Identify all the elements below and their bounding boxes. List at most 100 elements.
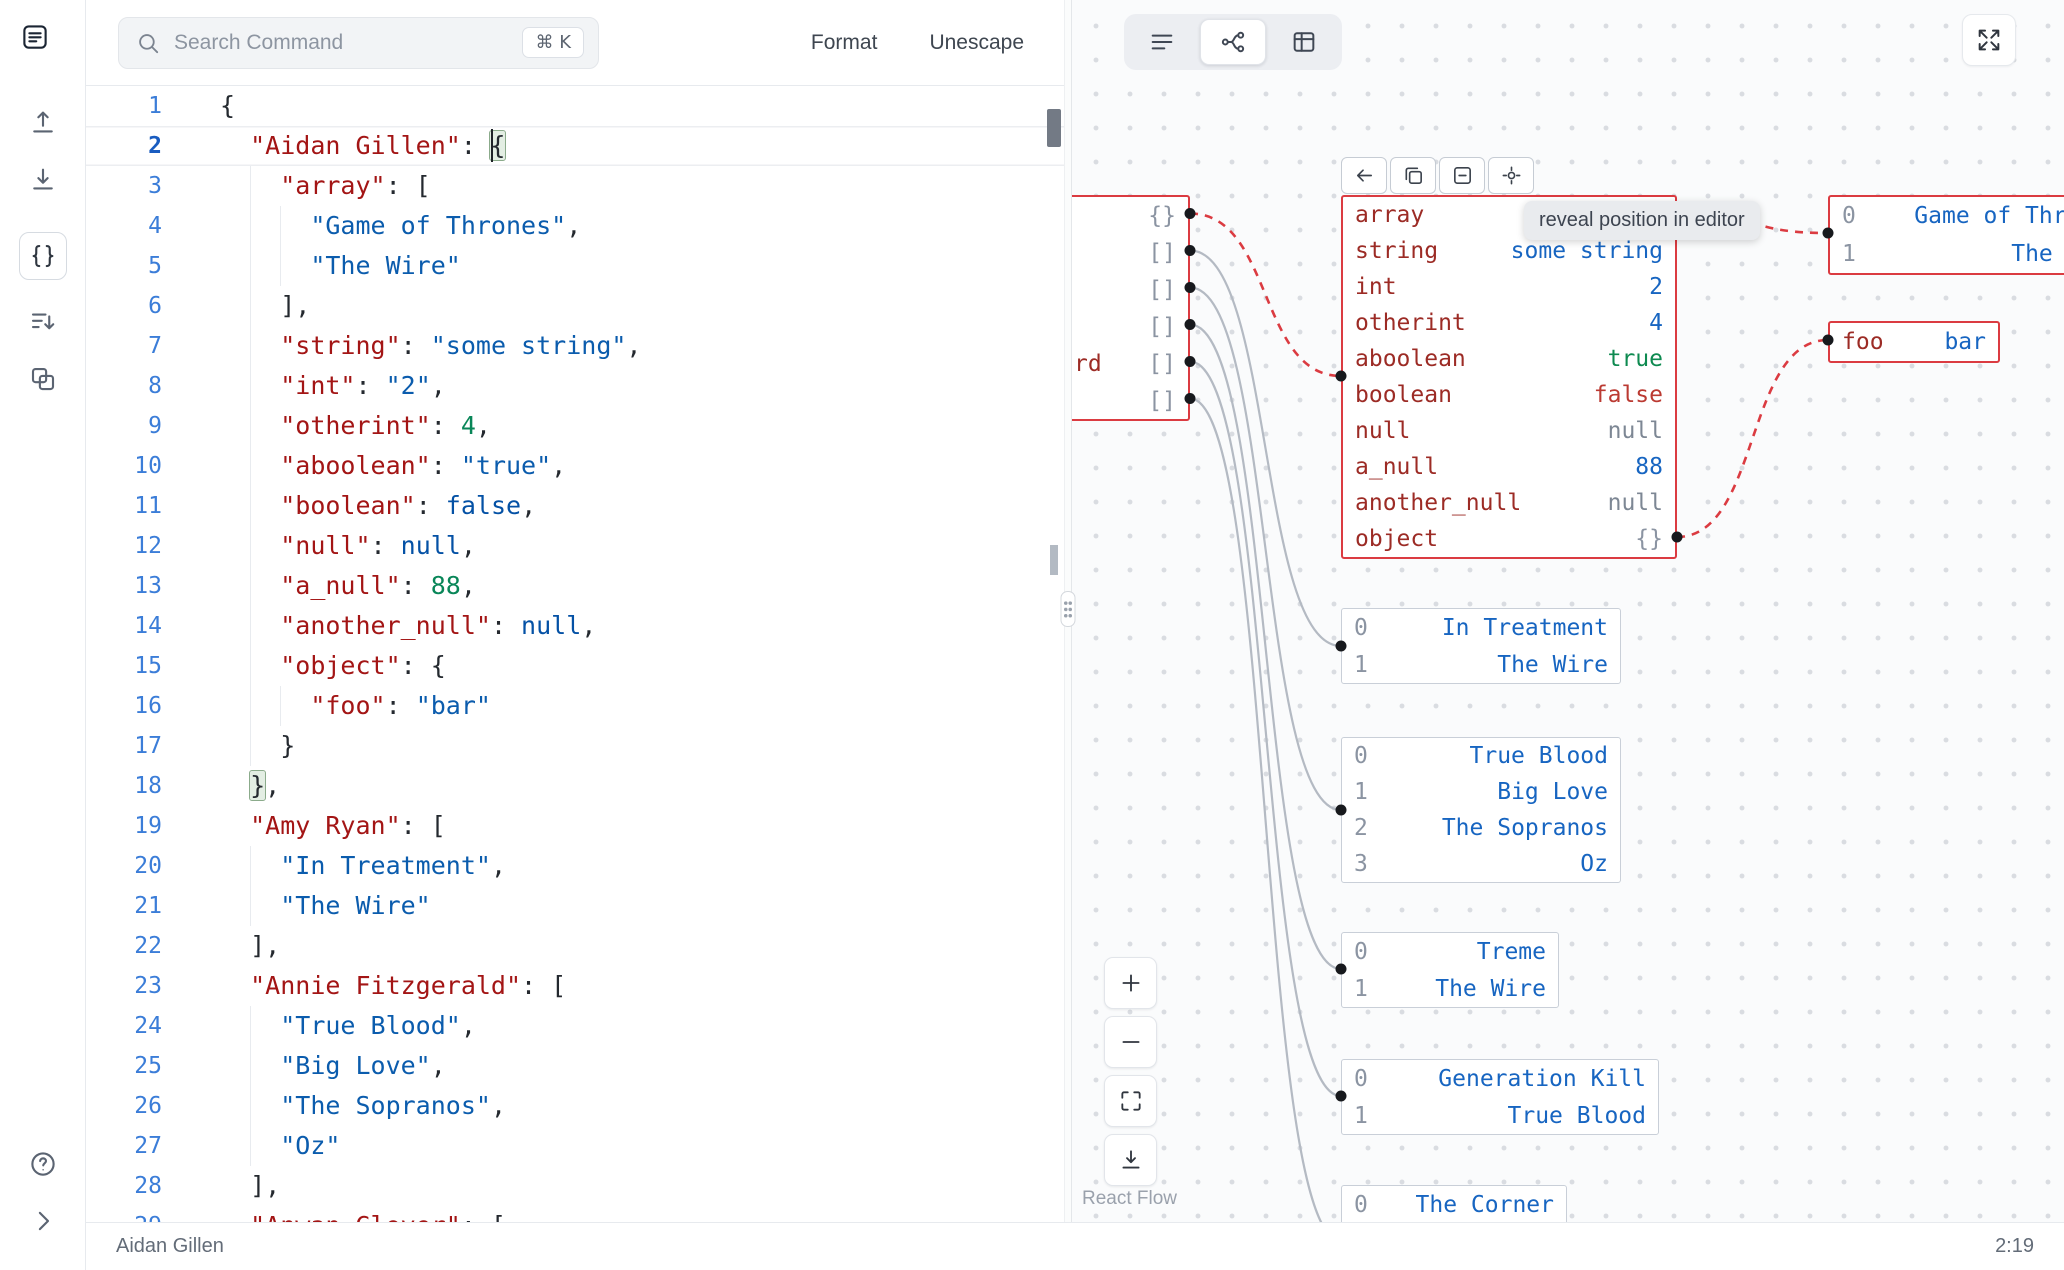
- line-number: 9: [148, 413, 162, 439]
- editor-line-25[interactable]: 25 "Big Love",: [86, 1046, 1064, 1086]
- zoom-in-button[interactable]: [1104, 957, 1157, 1009]
- editor-line-21[interactable]: 21 "The Wire": [86, 886, 1064, 926]
- arrow-left-icon: [1353, 164, 1376, 187]
- compare-icon: [28, 364, 58, 394]
- zoom-controls: [1104, 957, 1157, 1186]
- editor-line-1[interactable]: 1{: [86, 86, 1064, 126]
- editor-line-3[interactable]: 3 "array": [: [86, 166, 1064, 206]
- plus-icon: [1118, 970, 1144, 996]
- sidebar-item-compare[interactable]: [19, 355, 67, 403]
- unescape-button[interactable]: Unescape: [929, 31, 1024, 55]
- editor-line-4[interactable]: 4 "Game of Thrones",: [86, 206, 1064, 246]
- code-editor[interactable]: 1{2 "Aidan Gillen": {3 "array": [4 "Game…: [86, 86, 1064, 1222]
- graph-node-anwan-glover[interactable]: 0 Treme 1 The Wire: [1341, 932, 1559, 1008]
- fit-icon: [1118, 1088, 1144, 1114]
- editor-line-18[interactable]: 18 },: [86, 766, 1064, 806]
- node-back-button[interactable]: [1341, 157, 1387, 194]
- editor-line-24[interactable]: 24 "True Blood",: [86, 1006, 1064, 1046]
- graph-node-annie-fitzgerald[interactable]: 0 True Blood 1 Big Love 2 The Sopranos 3 Oz: [1341, 737, 1621, 883]
- graph-node-root-object[interactable]: {} [] [] [] rd[] []: [1072, 195, 1190, 421]
- search-command-input[interactable]: Search Command ⌘ K: [118, 16, 599, 69]
- line-number: 7: [148, 333, 162, 359]
- editor-line-26[interactable]: 26 "The Sopranos",: [86, 1086, 1064, 1126]
- line-number: 14: [134, 613, 162, 639]
- editor-line-28[interactable]: 28 ],: [86, 1166, 1064, 1206]
- line-number: 22: [134, 933, 162, 959]
- editor-line-20[interactable]: 20 "In Treatment",: [86, 846, 1064, 886]
- editor-line-17[interactable]: 17 }: [86, 726, 1064, 766]
- resize-grip-icon[interactable]: [1060, 591, 1076, 627]
- panel-resize-handle[interactable]: [1060, 0, 1076, 1222]
- editor-line-29[interactable]: 29 "Anwan Glover": [: [86, 1206, 1064, 1222]
- fit-view-button[interactable]: [1104, 1075, 1157, 1127]
- line-number: 4: [148, 213, 162, 239]
- flow-icon: [1219, 28, 1247, 56]
- node-row: 1The Wire: [1354, 975, 1546, 1002]
- graph-node-alexander-skarsgard[interactable]: 0 Generation Kill 1 True Blood: [1341, 1059, 1659, 1135]
- line-number: 5: [148, 253, 162, 279]
- editor-line-8[interactable]: 8 "int": "2",: [86, 366, 1064, 406]
- editor-line-13[interactable]: 13 "a_null": 88,: [86, 566, 1064, 606]
- fullscreen-button[interactable]: [1962, 14, 2016, 66]
- editor-line-15[interactable]: 15 "object": {: [86, 646, 1064, 686]
- graph-node-aidan-gillen[interactable]: array[]stringsome stringint2otherint4abo…: [1341, 195, 1677, 559]
- node-row: rd[]: [1074, 350, 1176, 377]
- editor-line-16[interactable]: 16 "foo": "bar": [86, 686, 1064, 726]
- crosshair-icon: [1500, 164, 1523, 187]
- app-window: Search Command ⌘ K Format Unescape 1{2 "…: [0, 0, 2064, 1270]
- line-number: 18: [134, 773, 162, 799]
- editor-line-9[interactable]: 9 "otherint": 4,: [86, 406, 1064, 446]
- editor-line-27[interactable]: 27 "Oz": [86, 1126, 1064, 1166]
- view-mode-text-button[interactable]: [1129, 19, 1195, 65]
- scrollbar-thumb[interactable]: [1047, 109, 1061, 147]
- editor-line-22[interactable]: 22 ],: [86, 926, 1064, 966]
- view-mode-table-button[interactable]: [1271, 19, 1337, 65]
- text-cursor: [490, 128, 493, 162]
- line-number: 11: [134, 493, 162, 519]
- editor-line-12[interactable]: 12 "null": null,: [86, 526, 1064, 566]
- editor-panel: Search Command ⌘ K Format Unescape 1{2 "…: [86, 0, 1064, 1222]
- zoom-out-button[interactable]: [1104, 1016, 1157, 1068]
- sidebar-item-sort[interactable]: [19, 298, 67, 346]
- sidebar-item-collapse-sidebar[interactable]: [19, 1197, 67, 1245]
- format-button[interactable]: Format: [811, 31, 878, 55]
- node-row: []: [1148, 239, 1176, 266]
- node-row: object{}: [1355, 526, 1663, 552]
- graph-node-object-foo[interactable]: foo bar: [1828, 321, 2000, 363]
- node-focus-button[interactable]: [1488, 157, 1534, 194]
- node-row: a_null 88: [1355, 454, 1663, 480]
- sidebar-top: [18, 22, 67, 412]
- line-number: 26: [134, 1093, 162, 1119]
- graph-node-amy-ryan[interactable]: 0 In Treatment 1 The Wire: [1341, 608, 1621, 684]
- editor-line-5[interactable]: 5 "The Wire": [86, 246, 1064, 286]
- sidebar-logo: [20, 22, 66, 68]
- sidebar-item-download[interactable]: [19, 155, 67, 203]
- editor-line-14[interactable]: 14 "another_null": null,: [86, 606, 1064, 646]
- editor-line-19[interactable]: 19 "Amy Ryan": [: [86, 806, 1064, 846]
- editor-scrollbar[interactable]: [1044, 86, 1064, 1222]
- line-number: 29: [86, 1206, 162, 1222]
- editor-line-7[interactable]: 7 "string": "some string",: [86, 326, 1064, 366]
- graph-node-array-values[interactable]: 0Game of Thrones 1The Wire: [1828, 195, 2064, 275]
- editor-line-6[interactable]: 6 ],: [86, 286, 1064, 326]
- statusbar: Aidan Gillen 2:19: [86, 1222, 2064, 1270]
- node-collapse-button[interactable]: [1439, 157, 1485, 194]
- braces-icon: [28, 241, 58, 271]
- sidebar: [0, 0, 86, 1270]
- node-row: 0 In Treatment: [1354, 614, 1608, 641]
- graph-node-alice-farmer[interactable]: 0The Corner1Oz2The Wire: [1341, 1185, 1567, 1222]
- editor-line-23[interactable]: 23 "Annie Fitzgerald": [: [86, 966, 1064, 1006]
- node-duplicate-button[interactable]: [1390, 157, 1436, 194]
- sidebar-item-help[interactable]: [19, 1140, 67, 1188]
- node-toolbar: [1341, 157, 1534, 194]
- download-image-button[interactable]: [1104, 1134, 1157, 1186]
- editor-line-10[interactable]: 10 "aboolean": "true",: [86, 446, 1064, 486]
- line-number: 8: [148, 373, 162, 399]
- sidebar-item-upload[interactable]: [19, 98, 67, 146]
- view-mode-graph-button[interactable]: [1200, 19, 1266, 65]
- editor-line-11[interactable]: 11 "boolean": false,: [86, 486, 1064, 526]
- editor-line-2[interactable]: 2 "Aidan Gillen": {: [86, 126, 1064, 166]
- node-row: 1The Wire: [1354, 651, 1608, 678]
- graph-panel[interactable]: {}[][][]rd[][]array[]stringsome stringin…: [1072, 0, 2064, 1222]
- sidebar-item-json-editor[interactable]: [18, 232, 67, 280]
